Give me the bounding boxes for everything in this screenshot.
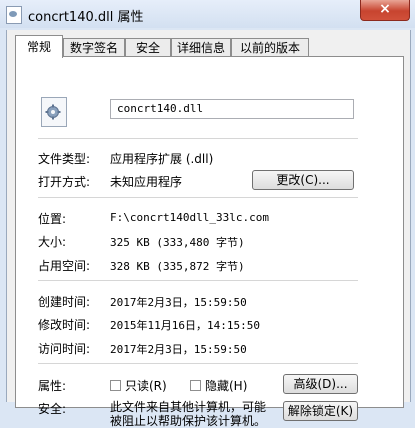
- size-label: 大小:: [38, 235, 67, 249]
- modified-value: 2015年11月16日，14:15:50: [110, 319, 260, 332]
- file-icon: [6, 6, 22, 24]
- dialog-body: 常规 数字签名 安全 详细信息 以前的版本 concrt140.dll 文件类型…: [6, 30, 411, 428]
- divider: [38, 138, 358, 139]
- accessed-label: 访问时间:: [38, 342, 91, 356]
- gear-icon: [45, 104, 61, 120]
- open-with-label: 打开方式:: [38, 175, 91, 189]
- checkbox-box[interactable]: [110, 380, 121, 391]
- advanced-button[interactable]: 高级(D)...: [283, 374, 358, 394]
- hidden-label: 隐藏(H): [205, 379, 248, 393]
- divider: [38, 280, 358, 281]
- created-label: 创建时间:: [38, 295, 91, 309]
- tab-digital-signature[interactable]: 数字签名: [63, 38, 125, 57]
- file-type-value: 应用程序扩展 (.dll): [110, 152, 214, 166]
- divider: [38, 197, 358, 198]
- readonly-checkbox[interactable]: 只读(R): [110, 377, 167, 394]
- filename-field[interactable]: concrt140.dll: [110, 99, 354, 119]
- divider: [38, 363, 358, 364]
- dll-file-icon: [41, 97, 67, 127]
- tab-general[interactable]: 常规: [15, 35, 63, 58]
- created-value: 2017年2月3日，15:59:50: [110, 296, 247, 309]
- window-title: concrt140.dll 属性: [28, 10, 144, 25]
- location-label: 位置:: [38, 212, 67, 226]
- security-warning-text: 此文件来自其他计算机，可能被阻止以帮助保护该计算机。: [110, 400, 267, 428]
- readonly-label: 只读(R): [125, 379, 167, 393]
- hidden-checkbox[interactable]: 隐藏(H): [190, 377, 247, 394]
- tab-details[interactable]: 详细信息: [171, 38, 231, 57]
- security-label: 安全:: [38, 402, 67, 416]
- size-on-disk-label: 占用空间:: [38, 259, 91, 273]
- open-with-value: 未知应用程序: [110, 175, 183, 189]
- location-value: F:\concrt140dll_33lc.com: [110, 211, 269, 224]
- file-type-label: 文件类型:: [38, 152, 91, 166]
- tab-previous-versions[interactable]: 以前的版本: [231, 38, 309, 57]
- unblock-button[interactable]: 解除锁定(K): [283, 401, 358, 421]
- change-button[interactable]: 更改(C)...: [252, 170, 354, 190]
- title-bar[interactable]: concrt140.dll 属性 ×: [0, 0, 415, 28]
- properties-window: concrt140.dll 属性 × 常规 数字签名 安全 详细信息 以前的版本…: [0, 0, 415, 428]
- size-value: 325 KB (333,480 字节): [110, 236, 245, 249]
- accessed-value: 2017年2月3日，15:59:50: [110, 343, 247, 356]
- size-on-disk-value: 328 KB (335,872 字节): [110, 260, 245, 273]
- checkbox-box[interactable]: [190, 380, 201, 391]
- general-tab-panel: concrt140.dll 文件类型: 应用程序扩展 (.dll) 打开方式: …: [15, 56, 404, 428]
- tab-security[interactable]: 安全: [125, 38, 171, 57]
- attributes-label: 属性:: [38, 379, 67, 393]
- modified-label: 修改时间:: [38, 318, 91, 332]
- close-button[interactable]: ×: [360, 0, 410, 21]
